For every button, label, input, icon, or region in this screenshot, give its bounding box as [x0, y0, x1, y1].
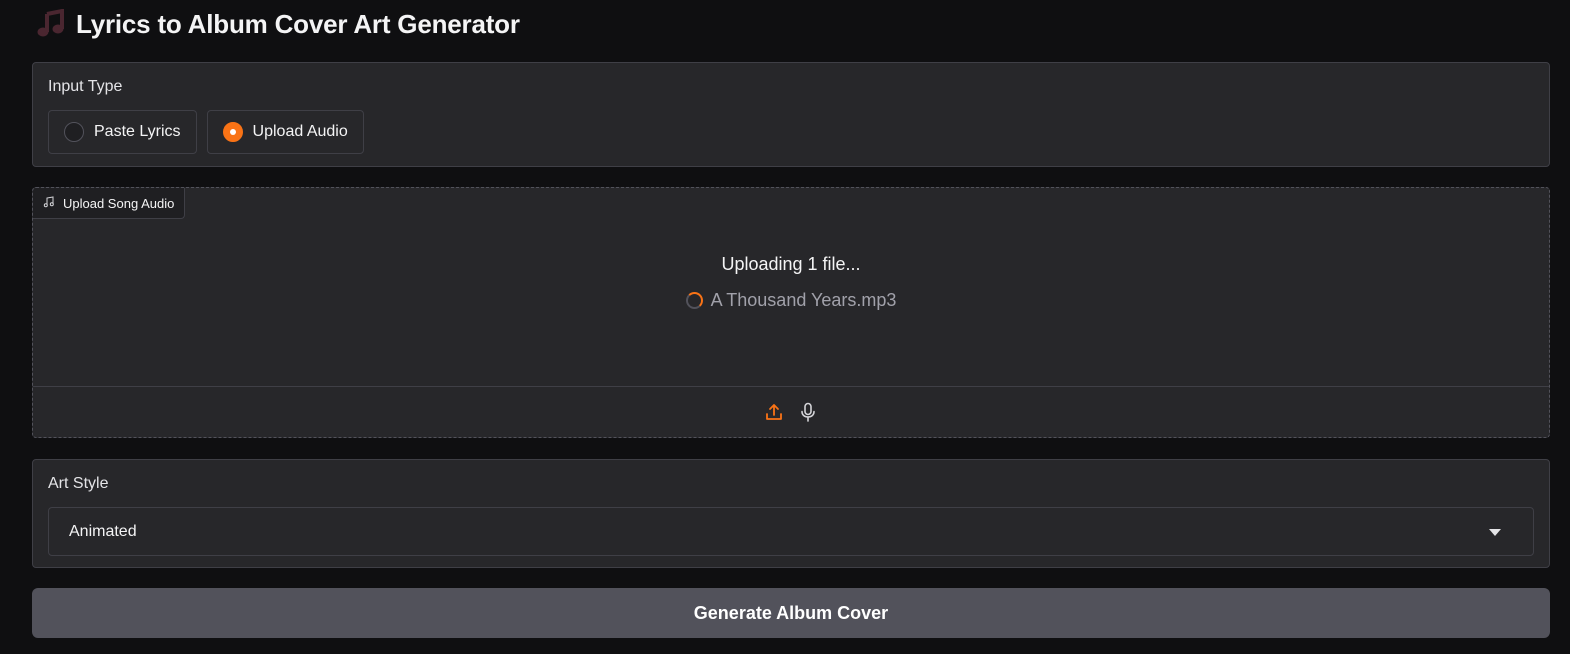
- radio-upload-audio[interactable]: Upload Audio: [206, 110, 364, 154]
- input-type-radio-group: Paste Lyrics Upload Audio: [48, 110, 364, 154]
- upload-status-text: Uploading 1 file...: [721, 254, 861, 274]
- page-title: Lyrics to Album Cover Art Generator: [36, 6, 520, 42]
- upload-tag-label: Upload Song Audio: [63, 195, 175, 211]
- art-style-label: Art Style: [48, 475, 109, 492]
- radio-paste-lyrics-dot[interactable]: [64, 122, 84, 142]
- art-style-panel: Art Style Animated: [32, 459, 1550, 568]
- radio-paste-lyrics[interactable]: Paste Lyrics: [48, 110, 197, 154]
- musical-note-icon: [36, 8, 66, 39]
- radio-paste-lyrics-label: Paste Lyrics: [94, 123, 181, 140]
- input-type-label: Input Type: [48, 78, 123, 95]
- uploading-file-row: A Thousand Years.mp3: [33, 290, 1549, 311]
- audio-upload-dropzone[interactable]: Upload Song Audio Uploading 1 file... A …: [32, 187, 1550, 438]
- uploading-file-name: A Thousand Years.mp3: [710, 290, 897, 310]
- caret-down-icon[interactable]: [1489, 529, 1501, 536]
- upload-song-audio-tag: Upload Song Audio: [33, 188, 186, 219]
- music-icon: [43, 195, 55, 211]
- generate-album-cover-button[interactable]: Generate Album Cover: [32, 588, 1550, 638]
- upload-toolbar: [33, 386, 1549, 437]
- input-type-panel: Input Type Paste Lyrics Upload Audio: [32, 62, 1550, 167]
- microphone-icon[interactable]: [798, 402, 818, 422]
- art-style-selected-value: Animated: [69, 522, 137, 540]
- loading-spinner-icon: [685, 292, 703, 309]
- art-style-select[interactable]: Animated: [48, 507, 1534, 556]
- radio-upload-audio-label: Upload Audio: [252, 123, 348, 140]
- upload-icon[interactable]: [764, 402, 784, 422]
- radio-upload-audio-dot[interactable]: [222, 122, 243, 142]
- page-title-text: Lyrics to Album Cover Art Generator: [76, 8, 520, 39]
